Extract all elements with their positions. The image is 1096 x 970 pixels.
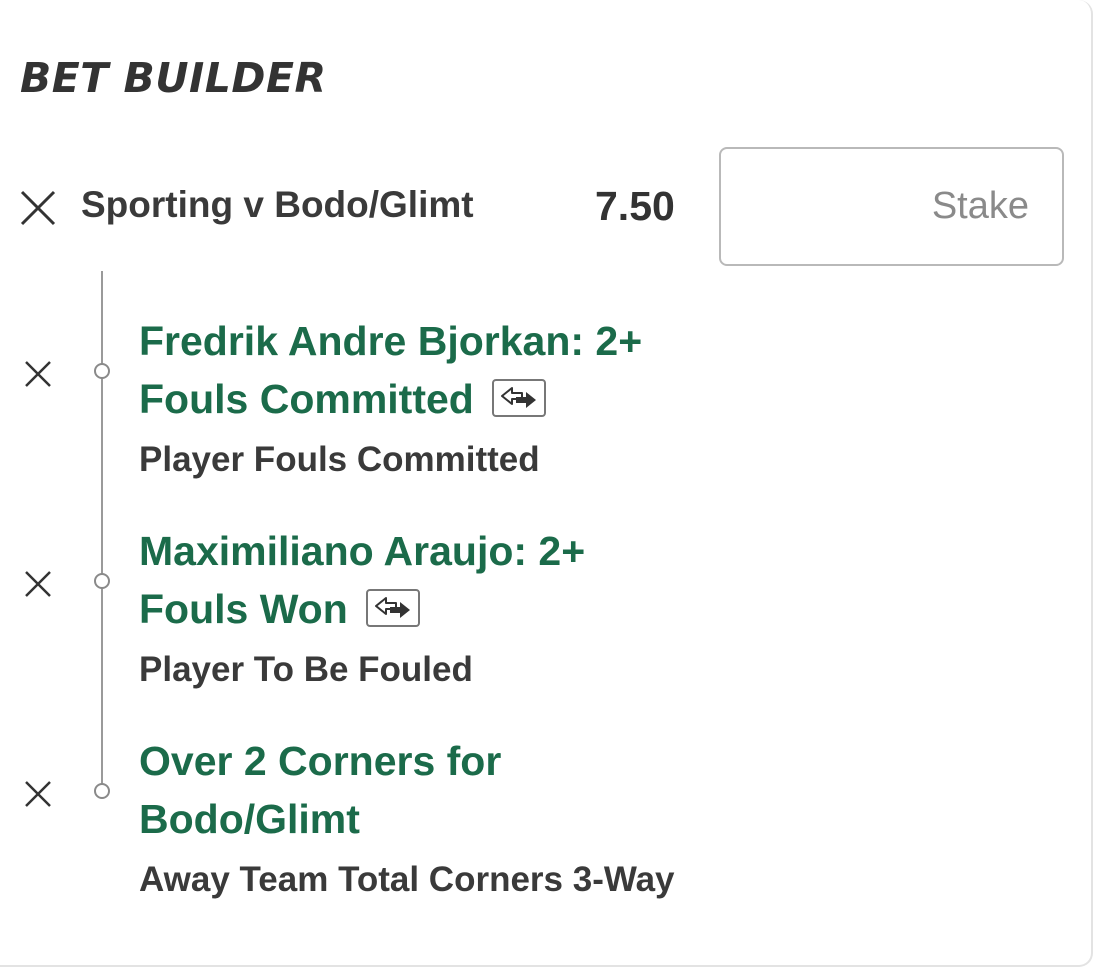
close-icon[interactable] [24,780,52,808]
selection-title[interactable]: Fredrik Andre Bjorkan: 2+ Fouls Committe… [139,312,759,428]
selection-title-line1: Over 2 Corners for [139,738,502,784]
close-icon[interactable] [24,360,52,388]
close-icon[interactable] [20,190,56,226]
swap-arrows-icon[interactable] [491,379,546,418]
selection-title[interactable]: Over 2 Corners for Bodo/Glimt [139,732,759,848]
selection-market: Away Team Total Corners 3-Way [139,860,675,899]
selection-title-line1: Maximiliano Araujo: 2+ [139,528,586,574]
combined-odds: 7.50 [595,183,675,229]
selection-title-line2: Fouls Committed [139,376,474,422]
timeline-node-icon [94,573,110,589]
selection-market: Player Fouls Committed [139,440,540,479]
timeline-node-icon [94,363,110,379]
stake-input[interactable] [719,147,1064,266]
swap-arrows-icon[interactable] [365,589,420,628]
timeline-node-icon [94,783,110,799]
bet-builder-card: BET BUILDER Sporting v Bodo/Glimt 7.50 F… [0,0,1093,967]
selection-title-line2: Bodo/Glimt [139,796,360,842]
bet-builder-title: BET BUILDER [20,54,327,102]
selection-title[interactable]: Maximiliano Araujo: 2+ Fouls Won [139,522,759,638]
selection-market: Player To Be Fouled [139,650,473,689]
timeline-line [101,271,103,791]
event-name: Sporting v Bodo/Glimt [81,184,474,225]
selection-title-line1: Fredrik Andre Bjorkan: 2+ [139,318,643,364]
close-icon[interactable] [24,570,52,598]
selection-title-line2: Fouls Won [139,586,348,632]
